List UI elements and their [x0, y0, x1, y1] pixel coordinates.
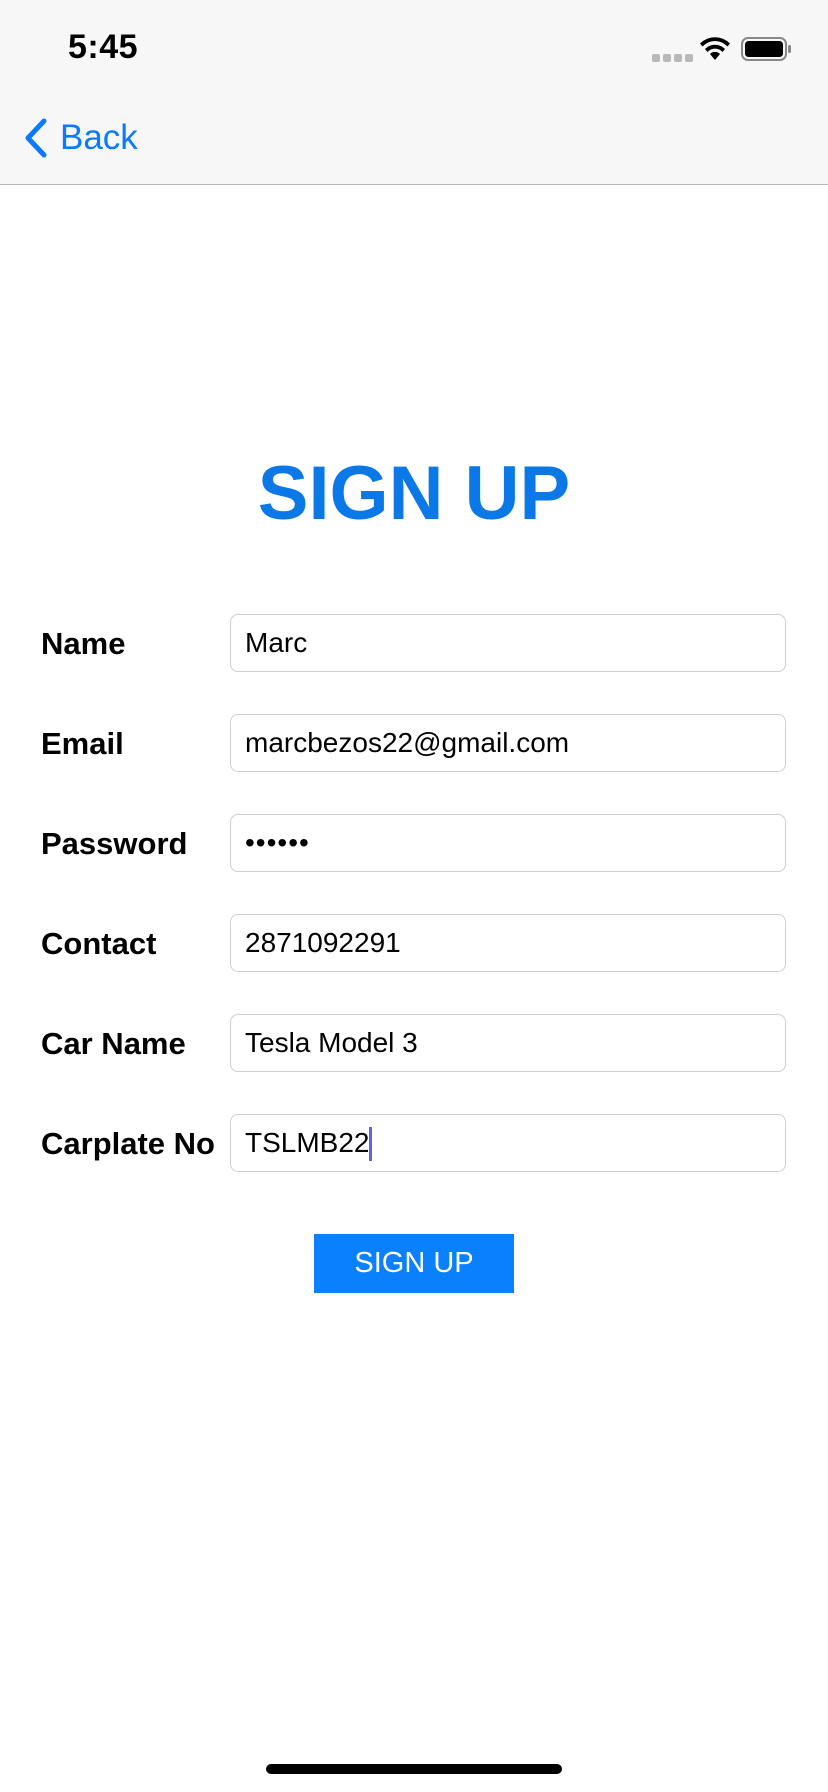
email-field[interactable]: [230, 714, 786, 772]
password-label: Password: [41, 826, 188, 861]
navigation-bar: Back: [0, 96, 828, 185]
carplate-label: Carplate No: [41, 1126, 215, 1161]
form-row-car-name: Car Name: [0, 1014, 828, 1074]
contact-label: Contact: [41, 926, 157, 961]
name-label: Name: [41, 626, 126, 661]
form-row-email: Email: [0, 714, 828, 774]
car-name-label: Car Name: [41, 1026, 186, 1061]
password-field[interactable]: [230, 814, 786, 872]
text-cursor: [369, 1127, 372, 1161]
form-row-password: Password: [0, 814, 828, 874]
back-label: Back: [60, 118, 138, 157]
battery-icon: [741, 37, 791, 61]
home-indicator[interactable]: [266, 1764, 562, 1774]
back-button[interactable]: Back: [24, 118, 138, 158]
sign-up-button[interactable]: SIGN UP: [314, 1234, 514, 1293]
carplate-field[interactable]: [230, 1114, 786, 1172]
signal-icon: [652, 54, 693, 62]
form-row-contact: Contact: [0, 914, 828, 974]
car-name-field[interactable]: [230, 1014, 786, 1072]
form-row-name: Name: [0, 614, 828, 674]
status-bar: 5:45: [0, 0, 828, 96]
chevron-left-icon: [25, 118, 47, 158]
wifi-icon: [700, 37, 730, 60]
form-row-carplate: Carplate No: [0, 1114, 828, 1174]
page-title: SIGN UP: [257, 451, 571, 536]
status-time: 5:45: [68, 28, 139, 66]
email-label: Email: [41, 726, 124, 761]
contact-field[interactable]: [230, 914, 786, 972]
name-field[interactable]: [230, 614, 786, 672]
